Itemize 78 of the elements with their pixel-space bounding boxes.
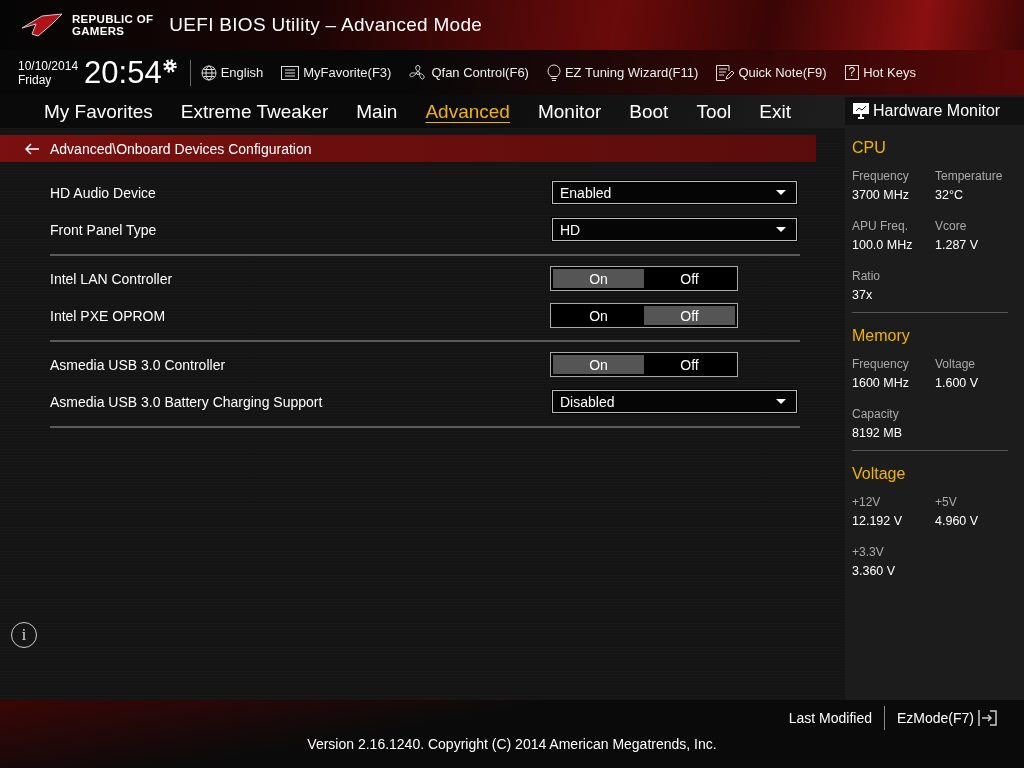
section-title: Voltage xyxy=(852,465,907,483)
menu-tab[interactable]: Exit xyxy=(745,96,805,127)
setting-label: Front Panel Type xyxy=(50,221,157,238)
reading-value: 3700 MHz xyxy=(852,188,910,202)
date-text: 10/10/2014 xyxy=(18,58,79,73)
menu-tab[interactable]: Monitor xyxy=(523,96,616,127)
toggle-option[interactable]: Off xyxy=(644,306,735,325)
reading-label: Frequency xyxy=(852,357,910,371)
reading-label: Ratio xyxy=(852,269,881,283)
reading-label: Temperature xyxy=(935,169,1003,183)
day-text: Friday xyxy=(18,72,53,87)
toggle-switch[interactable]: On Off xyxy=(550,303,738,328)
window-title: UEFI BIOS Utility – Advanced Mode xyxy=(169,14,483,36)
toggle-option[interactable]: On xyxy=(553,269,644,288)
back-arrow-icon[interactable] xyxy=(24,142,40,155)
toolbar-button[interactable]: ? Hot Keys xyxy=(844,65,916,80)
breadcrumb-path: Advanced\Onboard Devices Configuration xyxy=(50,140,312,157)
menu-tab[interactable]: My Favorites xyxy=(30,96,167,127)
reading-value: 1.287 V xyxy=(935,238,980,252)
toolbar-button[interactable]: English xyxy=(200,64,264,81)
exit-icon xyxy=(978,710,998,726)
reading-value: 8192 MB xyxy=(852,426,904,440)
reading-value: 32°C xyxy=(935,188,964,202)
brand-logo-text: REPUBLIC OF GAMERS xyxy=(72,13,154,37)
reading-label: Capacity xyxy=(852,407,900,421)
dropdown[interactable]: Enabled xyxy=(552,181,797,204)
toggle-switch[interactable]: On Off xyxy=(550,266,738,291)
last-modified-button[interactable]: Last Modified xyxy=(776,710,884,726)
reading-label: Frequency xyxy=(852,169,910,183)
caret-icon xyxy=(776,227,786,232)
reading-value: 4.960 V xyxy=(935,514,980,528)
reading-value: 3.360 V xyxy=(852,564,897,578)
menu-tab[interactable]: Tool xyxy=(682,96,746,127)
reading-label: +12V xyxy=(852,495,882,509)
reading-value: 1.600 V xyxy=(935,376,980,390)
dropdown[interactable]: HD xyxy=(552,218,797,241)
menu-tab[interactable]: Main xyxy=(342,96,412,127)
lightbulb-icon xyxy=(546,63,561,82)
caret-icon xyxy=(776,190,786,195)
monitor-icon xyxy=(852,102,870,120)
copyright-text: Version 2.16.1240. Copyright (C) 2014 American Megatrends, Inc. xyxy=(307,736,717,752)
caret-icon xyxy=(776,399,786,404)
reading-label: Voltage xyxy=(935,357,977,371)
toolbar-button[interactable]: EZ Tuning Wizard(F11) xyxy=(546,63,699,82)
reading-label: +5V xyxy=(935,495,958,509)
section-title: Memory xyxy=(852,327,911,345)
clock-time: 20:54 xyxy=(84,54,162,91)
fan-icon xyxy=(409,63,428,82)
toolbar-button[interactable]: Quick Note(F9) xyxy=(716,64,827,81)
menu-tab[interactable]: Extreme Tweaker xyxy=(166,96,343,127)
globe-icon xyxy=(200,64,217,81)
list-icon xyxy=(281,65,300,80)
setting-label: Asmedia USB 3.0 Battery Charging Support xyxy=(50,393,323,410)
reading-label: +3.3V xyxy=(852,545,885,559)
setting-label: Intel PXE OPROM xyxy=(50,307,166,324)
menu-tab[interactable]: Advanced xyxy=(411,96,524,127)
dropdown[interactable]: Disabled xyxy=(552,390,797,413)
toggle-option[interactable]: On xyxy=(553,355,644,374)
help-icon: ? xyxy=(844,65,860,80)
section-title: CPU xyxy=(852,139,887,157)
reading-value: 12.192 V xyxy=(852,514,904,528)
menu-tab[interactable]: Boot xyxy=(615,96,683,127)
setting-label: HD Audio Device xyxy=(50,184,156,201)
toolbar-button[interactable]: MyFavorite(F3) xyxy=(281,65,392,80)
reading-label: APU Freq. xyxy=(852,219,909,233)
logo-icon xyxy=(20,12,64,38)
panel-title: Hardware Monitor xyxy=(873,102,1001,120)
reading-label: Vcore xyxy=(935,219,968,233)
note-icon xyxy=(716,64,735,81)
toggle-switch[interactable]: On Off xyxy=(550,352,738,377)
setting-label: Asmedia USB 3.0 Controller xyxy=(50,356,226,373)
reading-value: 100.0 MHz xyxy=(852,238,914,252)
ez-mode-button[interactable]: EzMode(F7) xyxy=(884,710,1010,726)
settings-icon[interactable] xyxy=(161,58,178,74)
setting-label: Intel LAN Controller xyxy=(50,270,173,287)
toolbar-button[interactable]: Qfan Control(F6) xyxy=(409,63,529,82)
reading-value: 1600 MHz xyxy=(852,376,910,390)
reading-value: 37x xyxy=(852,288,874,302)
